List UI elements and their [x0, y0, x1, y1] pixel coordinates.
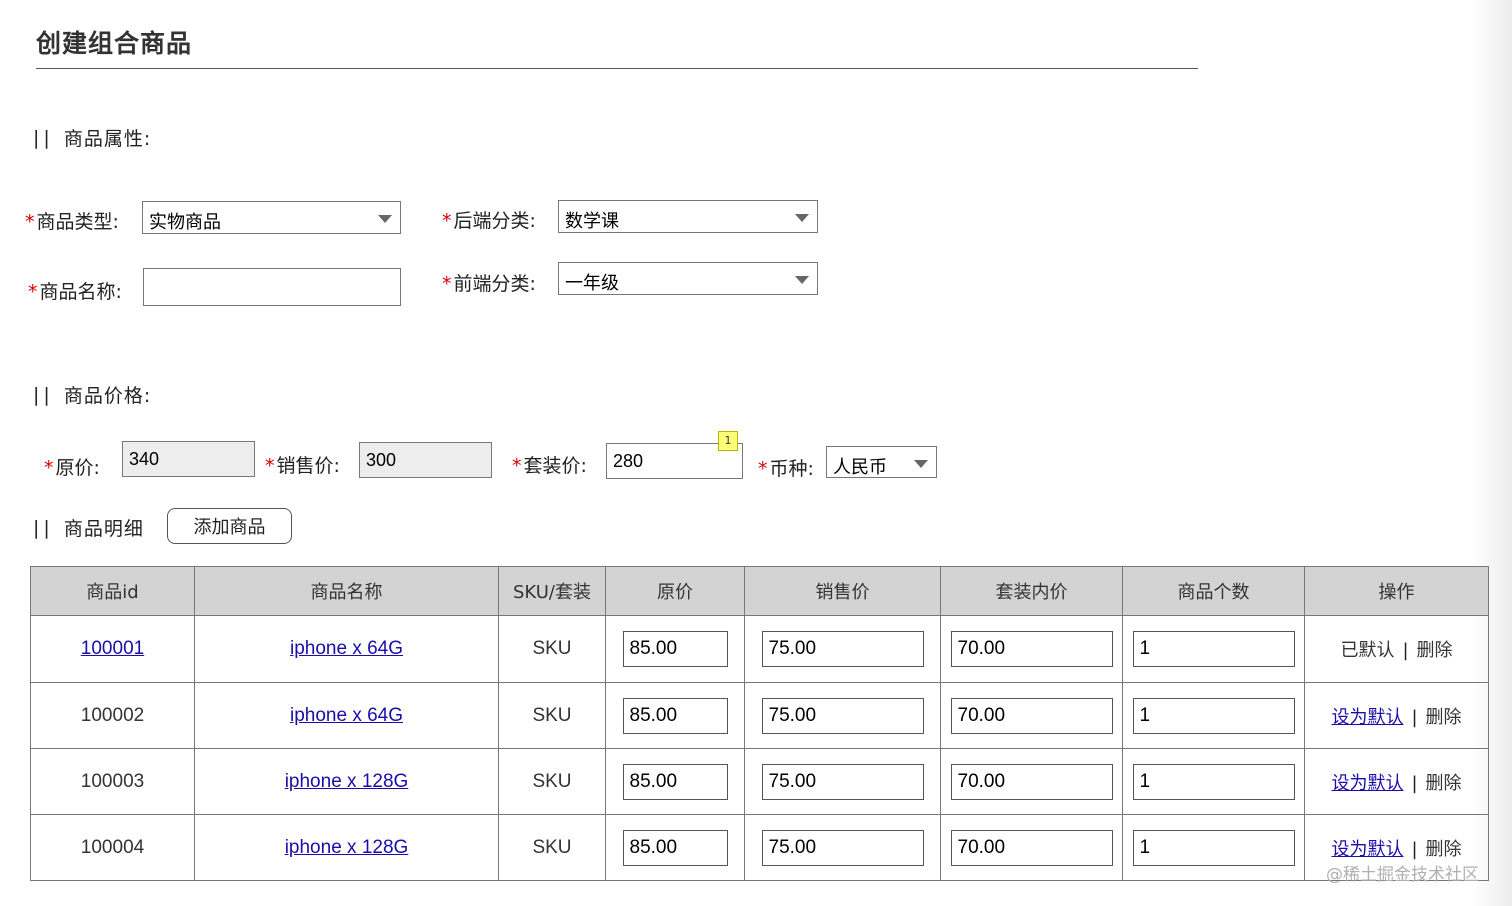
- original-price-field[interactable]: [622, 829, 728, 866]
- currency-select[interactable]: 人民币: [826, 446, 937, 478]
- sku-type: SKU: [532, 704, 572, 726]
- product-name-link[interactable]: iphone x 64G: [290, 705, 403, 726]
- section-bars-icon: ||: [33, 126, 54, 149]
- action-separator: |: [1411, 838, 1418, 860]
- original-price-field[interactable]: [622, 763, 728, 800]
- quantity-field[interactable]: [1132, 697, 1295, 734]
- sale-price-field[interactable]: [761, 829, 924, 866]
- chevron-down-icon: [914, 460, 928, 468]
- product-type-label: * 商品类型:: [25, 211, 119, 233]
- required-mark: *: [442, 210, 452, 232]
- product-detail-table: 商品id 商品名称 SKU/套装 原价 销售价 套装内价 商品个数 操作 100…: [30, 566, 1489, 881]
- column-header-sale-price: 销售价: [744, 566, 941, 616]
- quantity-field[interactable]: [1132, 763, 1295, 800]
- section-price-label: 商品价格:: [63, 385, 152, 407]
- required-mark: *: [44, 457, 54, 479]
- product-name-link[interactable]: iphone x 128G: [285, 837, 409, 858]
- table-row: 100001 iphone x 64G SKU 已默认 | 删除: [30, 615, 1489, 683]
- row-actions: 设为默认 | 删除: [1331, 839, 1461, 860]
- page-title: 创建组合商品: [36, 29, 193, 58]
- table-row: 100002 iphone x 64G SKU 设为默认 | 删除: [30, 682, 1489, 749]
- product-type-select[interactable]: 实物商品: [142, 201, 401, 234]
- inner-price-field[interactable]: [950, 631, 1113, 667]
- set-default-link[interactable]: 设为默认: [1331, 773, 1403, 794]
- product-id: 100002: [80, 704, 145, 726]
- action-separator: |: [1411, 706, 1418, 728]
- required-mark: *: [28, 281, 38, 303]
- chevron-down-icon: [795, 276, 809, 284]
- sale-price-field[interactable]: [761, 763, 924, 800]
- product-name-link[interactable]: iphone x 64G: [290, 638, 403, 659]
- section-details-label: 商品明细: [63, 518, 144, 540]
- original-price-field[interactable]: [622, 631, 728, 667]
- product-id: 100003: [80, 770, 145, 792]
- sale-price-field[interactable]: [761, 697, 924, 734]
- section-attributes-label: 商品属性:: [63, 128, 152, 150]
- column-header-id: 商品id: [30, 566, 195, 616]
- add-product-button[interactable]: 添加商品: [167, 508, 292, 544]
- product-name-label: * 商品名称:: [28, 281, 122, 303]
- required-mark: *: [512, 455, 522, 477]
- input-counter-badge: 1: [718, 431, 738, 451]
- column-header-sku: SKU/套装: [498, 566, 606, 616]
- required-mark: *: [442, 273, 452, 295]
- section-attributes-header: || 商品属性:: [33, 124, 151, 151]
- product-id-link[interactable]: 100001: [81, 638, 144, 659]
- product-name-link[interactable]: iphone x 128G: [285, 771, 409, 792]
- section-details-header: || 商品明细: [33, 514, 144, 541]
- bundle-price-label: * 套装价:: [512, 455, 587, 477]
- chevron-down-icon: [795, 214, 809, 222]
- required-mark: *: [758, 458, 768, 480]
- sale-price-field[interactable]: [761, 631, 924, 667]
- sale-price-input: [359, 442, 492, 478]
- required-mark: *: [25, 211, 35, 233]
- column-header-quantity: 商品个数: [1122, 566, 1305, 616]
- original-price-input: [122, 441, 255, 477]
- action-separator: |: [1402, 640, 1409, 661]
- inner-price-field[interactable]: [950, 697, 1113, 734]
- action-separator: |: [1411, 772, 1418, 794]
- original-price-field[interactable]: [622, 697, 728, 734]
- default-status: 已默认: [1340, 640, 1395, 661]
- currency-label: * 币种:: [758, 458, 814, 480]
- sku-type: SKU: [532, 638, 572, 659]
- delete-button[interactable]: 删除: [1426, 707, 1462, 728]
- table-row: 100003 iphone x 128G SKU 设为默认 | 删除: [30, 748, 1489, 815]
- product-name-input[interactable]: [143, 268, 401, 306]
- table-header-row: 商品id 商品名称 SKU/套装 原价 销售价 套装内价 商品个数 操作: [30, 566, 1489, 616]
- sale-price-label: * 销售价:: [265, 455, 340, 477]
- row-actions: 设为默认 | 删除: [1331, 707, 1461, 728]
- delete-button[interactable]: 删除: [1417, 640, 1453, 661]
- original-price-label: * 原价:: [44, 457, 100, 479]
- backend-category-label: * 后端分类:: [442, 210, 536, 232]
- product-id: 100004: [80, 836, 145, 858]
- required-mark: *: [265, 455, 275, 477]
- backend-category-select[interactable]: 数学课: [558, 200, 818, 233]
- inner-price-field[interactable]: [950, 829, 1113, 866]
- quantity-field[interactable]: [1132, 631, 1295, 667]
- quantity-field[interactable]: [1132, 829, 1295, 866]
- table-row: 100004 iphone x 128G SKU 设为默认 | 删除: [30, 814, 1489, 881]
- watermark-text: @稀土掘金技术社区: [1326, 865, 1479, 885]
- chevron-down-icon: [378, 215, 392, 223]
- section-price-header: || 商品价格:: [33, 381, 151, 408]
- inner-price-field[interactable]: [950, 763, 1113, 800]
- row-actions: 设为默认 | 删除: [1331, 773, 1461, 794]
- sku-type: SKU: [532, 836, 572, 858]
- column-header-original-price: 原价: [605, 566, 745, 616]
- sku-type: SKU: [532, 770, 572, 792]
- delete-button[interactable]: 删除: [1426, 839, 1462, 860]
- row-actions: 已默认 | 删除: [1340, 640, 1452, 661]
- title-divider: [36, 68, 1198, 69]
- set-default-link[interactable]: 设为默认: [1331, 707, 1403, 728]
- set-default-link[interactable]: 设为默认: [1331, 839, 1403, 860]
- delete-button[interactable]: 删除: [1426, 773, 1462, 794]
- section-bars-icon: ||: [33, 383, 54, 406]
- column-header-actions: 操作: [1304, 566, 1489, 616]
- frontend-category-select[interactable]: 一年级: [558, 262, 818, 295]
- frontend-category-label: * 前端分类:: [442, 273, 536, 295]
- column-header-inner-price: 套装内价: [940, 566, 1123, 616]
- column-header-name: 商品名称: [194, 566, 499, 616]
- section-bars-icon: ||: [33, 516, 54, 539]
